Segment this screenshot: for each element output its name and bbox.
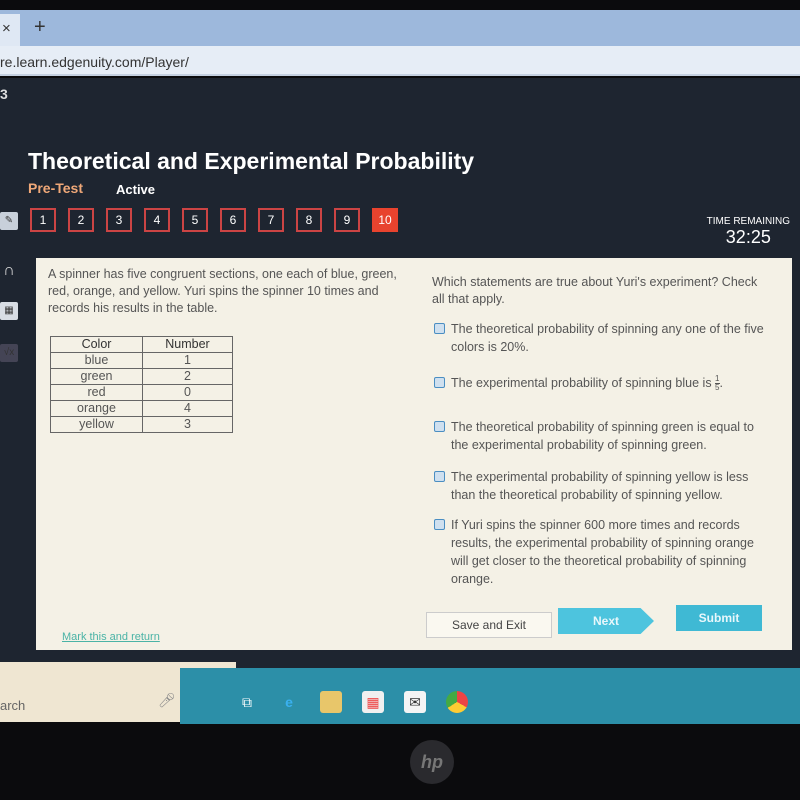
- question-prompt: A spinner has five congruent sections, o…: [48, 267, 397, 315]
- file-explorer-icon[interactable]: [320, 691, 342, 713]
- answer-option[interactable]: The experimental probability of spinning…: [434, 374, 774, 392]
- calculator-icon[interactable]: ▦: [0, 302, 18, 320]
- question-10-button[interactable]: 10: [372, 208, 398, 232]
- header-number: Number: [142, 336, 233, 353]
- store-icon[interactable]: ▦: [362, 691, 384, 713]
- question-5-button[interactable]: 5: [182, 208, 208, 232]
- question-1-button[interactable]: 1: [30, 208, 56, 232]
- option-label: The experimental probability of spinning…: [451, 374, 723, 392]
- option-text: The experimental probability of spinning…: [451, 376, 716, 390]
- address-bar[interactable]: re.learn.edgenuity.com/Player/: [0, 46, 800, 76]
- mail-icon[interactable]: ✉: [404, 691, 426, 713]
- microphone-icon[interactable]: 🎤︎: [158, 692, 176, 709]
- url-text[interactable]: re.learn.edgenuity.com/Player/: [0, 54, 189, 70]
- player-app: 3 Theoretical and Experimental Probabili…: [0, 78, 800, 668]
- assessment-type: Pre-Test: [28, 180, 83, 196]
- checkbox[interactable]: [434, 377, 445, 388]
- table-header-row: Color Number: [50, 336, 233, 353]
- checkbox[interactable]: [434, 519, 445, 530]
- taskbar-icons: ⧉ e ▦ ✉: [236, 680, 468, 724]
- option-text: If Yuri spins the spinner 600 more times…: [451, 518, 754, 586]
- answer-option[interactable]: The theoretical probability of spinning …: [434, 418, 774, 454]
- submit-button[interactable]: Submit: [676, 605, 762, 631]
- answer-option[interactable]: The experimental probability of spinning…: [434, 468, 774, 504]
- table-row: red 0: [50, 384, 233, 401]
- task-view-icon[interactable]: ⧉: [236, 691, 258, 713]
- timer: TIME REMAINING 32:25: [707, 216, 790, 248]
- suffix: .: [719, 376, 723, 390]
- header-fragment: 3: [0, 86, 8, 102]
- cell-number: 3: [142, 416, 233, 433]
- answer-option[interactable]: The theoretical probability of spinning …: [434, 320, 774, 356]
- table-row: blue 1: [50, 352, 233, 369]
- chrome-icon[interactable]: [446, 691, 468, 713]
- cell-color: orange: [50, 400, 143, 417]
- question-3-button[interactable]: 3: [106, 208, 132, 232]
- hp-logo: hp: [410, 740, 454, 784]
- status-label: Active: [116, 182, 156, 197]
- question-9-button[interactable]: 9: [334, 208, 360, 232]
- cell-number: 0: [142, 384, 233, 401]
- question-4-button[interactable]: 4: [144, 208, 170, 232]
- next-button[interactable]: Next: [558, 608, 654, 634]
- option-label: The experimental probability of spinning…: [451, 468, 774, 504]
- question-nav: 1 2 3 4 5 6 7 8 9 10: [30, 208, 398, 232]
- option-text: The theoretical probability of spinning …: [451, 420, 754, 452]
- question-2-button[interactable]: 2: [68, 208, 94, 232]
- cell-color: blue: [50, 352, 143, 369]
- checkbox[interactable]: [434, 421, 445, 432]
- timer-value: 32:25: [725, 227, 771, 247]
- timer-label: TIME REMAINING: [706, 216, 790, 227]
- option-label: The theoretical probability of spinning …: [451, 418, 774, 454]
- checkbox[interactable]: [434, 471, 445, 482]
- tab-close-icon[interactable]: ×: [0, 14, 20, 46]
- option-text: The theoretical probability of spinning …: [451, 322, 764, 354]
- pencil-icon[interactable]: ✎: [0, 212, 18, 230]
- browser-tab-bar: × +: [0, 10, 800, 46]
- answer-option[interactable]: If Yuri spins the spinner 600 more times…: [434, 516, 774, 588]
- cell-color: yellow: [50, 416, 143, 433]
- table-row: orange 4: [50, 400, 233, 417]
- checkbox[interactable]: [434, 323, 445, 334]
- sqrt-icon[interactable]: √x: [0, 344, 18, 362]
- question-8-button[interactable]: 8: [296, 208, 322, 232]
- question-7-button[interactable]: 7: [258, 208, 284, 232]
- header-color: Color: [50, 336, 143, 353]
- page-title: Theoretical and Experimental Probability: [28, 148, 475, 174]
- question-text: Which statements are true about Yuri's e…: [432, 275, 758, 306]
- cell-number: 4: [142, 400, 233, 417]
- mark-and-return-link[interactable]: Mark this and return: [62, 631, 160, 643]
- headphones-icon[interactable]: ∩: [0, 262, 18, 280]
- edge-icon[interactable]: e: [278, 691, 300, 713]
- results-table: Color Number blue 1 green 2 red 0 orange 4 yello…: [50, 336, 233, 433]
- cell-number: 2: [142, 368, 233, 385]
- option-label: If Yuri spins the spinner 600 more times…: [451, 516, 774, 588]
- question-6-button[interactable]: 6: [220, 208, 246, 232]
- option-label: The theoretical probability of spinning …: [451, 320, 774, 356]
- option-text: The experimental probability of spinning…: [451, 470, 749, 502]
- cell-color: red: [50, 384, 143, 401]
- save-and-exit-button[interactable]: Save and Exit: [426, 612, 552, 638]
- table-row: yellow 3: [50, 416, 233, 433]
- table-row: green 2: [50, 368, 233, 385]
- search-placeholder: arch: [0, 698, 26, 713]
- cell-color: green: [50, 368, 143, 385]
- new-tab-button[interactable]: +: [34, 16, 46, 39]
- question-panel: A spinner has five congruent sections, o…: [36, 258, 792, 650]
- cell-number: 1: [142, 352, 233, 369]
